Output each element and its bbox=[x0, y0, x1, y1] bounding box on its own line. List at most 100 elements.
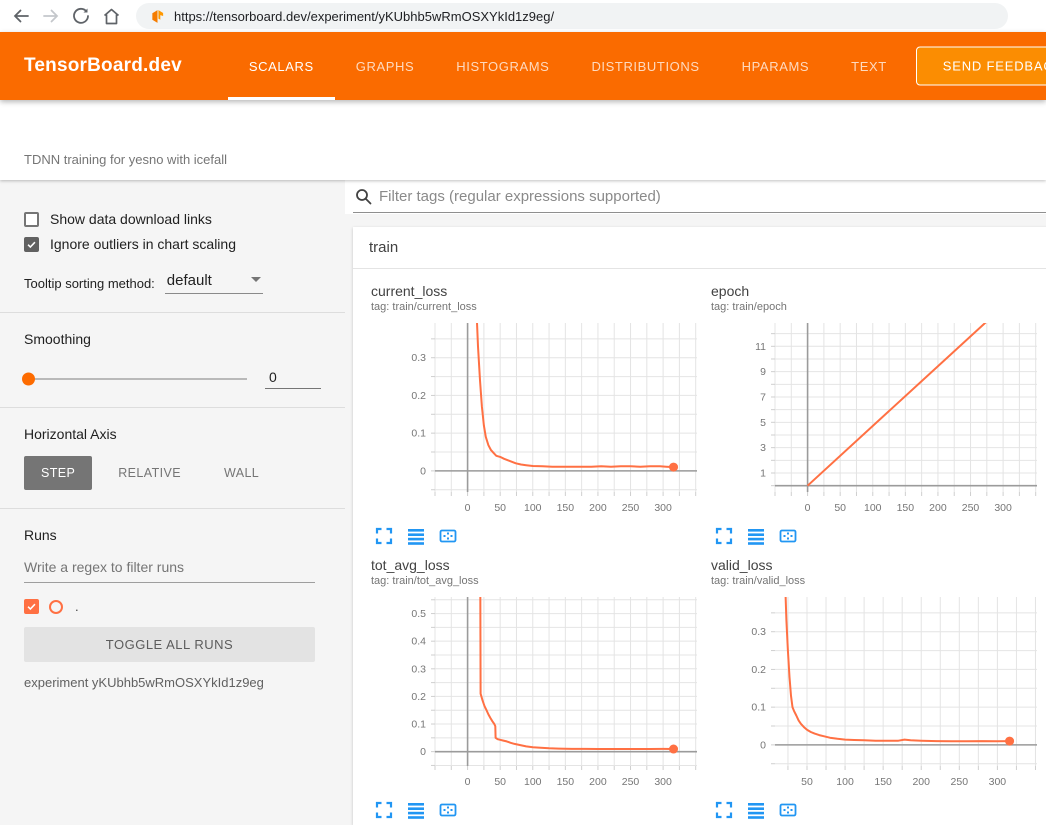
address-bar[interactable]: https://tensorboard.dev/experiment/yKUbh… bbox=[136, 3, 1008, 29]
horizontal-axis-buttons: STEP RELATIVE WALL bbox=[24, 456, 321, 490]
svg-text:100: 100 bbox=[524, 502, 542, 514]
tab-scalars[interactable]: SCALARS bbox=[228, 32, 335, 100]
search-icon bbox=[355, 188, 372, 205]
fit-domain-button[interactable] bbox=[439, 801, 457, 821]
app-logo: TensorBoard.dev bbox=[24, 55, 182, 77]
svg-text:50: 50 bbox=[494, 776, 506, 788]
tag-group-header[interactable]: train bbox=[353, 227, 1046, 269]
tab-text[interactable]: TEXT bbox=[830, 32, 908, 100]
tab-hparams[interactable]: HPARAMS bbox=[721, 32, 831, 100]
chart-plot[interactable]: 05010015020025030000.10.20.30.40.5 bbox=[371, 590, 703, 796]
app-header: TensorBoard.dev SCALARSGRAPHSHISTOGRAMSD… bbox=[0, 32, 1046, 100]
fit-domain-button[interactable] bbox=[779, 527, 797, 547]
settings-sidebar: Show data download links Ignore outliers… bbox=[0, 180, 345, 825]
fit-domain-icon bbox=[439, 527, 457, 545]
data-lines-icon bbox=[407, 801, 425, 819]
forward-button[interactable] bbox=[36, 2, 66, 30]
slider-thumb[interactable] bbox=[22, 373, 35, 386]
series-end-dot bbox=[1005, 737, 1014, 746]
data-lines-button[interactable] bbox=[747, 801, 765, 821]
tab-histograms[interactable]: HISTOGRAMS bbox=[435, 32, 570, 100]
back-button[interactable] bbox=[6, 2, 36, 30]
svg-text:150: 150 bbox=[897, 502, 915, 514]
chart-plot[interactable]: 5010015020025030000.10.20.3 bbox=[711, 590, 1043, 796]
svg-text:300: 300 bbox=[654, 502, 672, 514]
nav-tabs: SCALARSGRAPHSHISTOGRAMSDISTRIBUTIONSHPAR… bbox=[228, 32, 908, 100]
run-checkbox[interactable] bbox=[24, 599, 39, 614]
svg-text:100: 100 bbox=[864, 502, 882, 514]
svg-text:300: 300 bbox=[989, 776, 1007, 788]
fullscreen-button[interactable] bbox=[375, 527, 393, 547]
chart-toolbar bbox=[371, 801, 697, 821]
tab-graphs[interactable]: GRAPHS bbox=[335, 32, 436, 100]
chart-title: tot_avg_loss bbox=[371, 557, 697, 573]
send-feedback-button[interactable]: SEND FEEDBACK bbox=[916, 47, 1046, 86]
fullscreen-button[interactable] bbox=[715, 527, 733, 547]
smoothing-slider[interactable] bbox=[24, 378, 247, 380]
ignore-outliers-row[interactable]: Ignore outliers in chart scaling bbox=[24, 236, 321, 252]
svg-text:50: 50 bbox=[834, 502, 846, 514]
run-filter-input[interactable]: Write a regex to filter runs bbox=[24, 559, 315, 583]
svg-text:7: 7 bbox=[760, 391, 766, 403]
tooltip-sorting-row: Tooltip sorting method: default bbox=[24, 272, 321, 294]
fit-domain-button[interactable] bbox=[779, 801, 797, 821]
data-lines-button[interactable] bbox=[407, 801, 425, 821]
svg-text:11: 11 bbox=[755, 341, 766, 353]
wall-axis-button[interactable]: WALL bbox=[207, 456, 276, 490]
series-end-dot bbox=[669, 745, 678, 754]
horizontal-axis-label: Horizontal Axis bbox=[24, 426, 321, 442]
svg-text:250: 250 bbox=[962, 502, 980, 514]
svg-text:250: 250 bbox=[951, 776, 969, 788]
charts-grid: current_losstag: train/current_loss05010… bbox=[353, 269, 1046, 825]
toggle-all-runs-button[interactable]: TOGGLE ALL RUNS bbox=[24, 627, 315, 662]
svg-text:200: 200 bbox=[929, 502, 947, 514]
chart-toolbar bbox=[371, 527, 697, 547]
tag-filter-placeholder: Filter tags (regular expressions support… bbox=[379, 188, 661, 205]
step-axis-button[interactable]: STEP bbox=[24, 456, 92, 490]
smoothing-slider-row: 0 bbox=[24, 369, 321, 389]
smoothing-value[interactable]: 0 bbox=[265, 369, 321, 389]
svg-text:0.3: 0.3 bbox=[411, 352, 426, 364]
relative-axis-button[interactable]: RELATIVE bbox=[101, 456, 198, 490]
experiment-title: TDNN training for yesno with icefall bbox=[24, 152, 227, 167]
tooltip-sorting-dropdown[interactable]: default bbox=[165, 272, 263, 294]
tag-filter-input[interactable]: Filter tags (regular expressions support… bbox=[353, 186, 1046, 213]
svg-text:150: 150 bbox=[874, 776, 892, 788]
svg-text:150: 150 bbox=[557, 776, 575, 788]
runs-section: Runs Write a regex to filter runs . TOGG… bbox=[0, 509, 345, 708]
chart-plot[interactable]: 0501001502002503001357911 bbox=[711, 316, 1043, 522]
svg-text:0.4: 0.4 bbox=[411, 636, 426, 648]
tag-filter-row: Filter tags (regular expressions support… bbox=[345, 180, 1046, 214]
ignore-outliers-checkbox[interactable] bbox=[24, 237, 39, 252]
data-lines-button[interactable] bbox=[407, 527, 425, 547]
tab-distributions[interactable]: DISTRIBUTIONS bbox=[570, 32, 720, 100]
svg-text:0: 0 bbox=[420, 465, 426, 477]
chart-card-current_loss: current_losstag: train/current_loss05010… bbox=[357, 277, 697, 551]
svg-text:0: 0 bbox=[805, 502, 811, 514]
fit-domain-button[interactable] bbox=[439, 527, 457, 547]
check-icon bbox=[26, 601, 37, 612]
svg-text:0.1: 0.1 bbox=[751, 702, 766, 714]
fullscreen-button[interactable] bbox=[375, 801, 393, 821]
svg-text:9: 9 bbox=[760, 366, 766, 378]
data-lines-button[interactable] bbox=[747, 527, 765, 547]
chart-card-epoch: epochtag: train/epoch0501001502002503001… bbox=[697, 277, 1037, 551]
svg-text:200: 200 bbox=[589, 502, 607, 514]
fullscreen-button[interactable] bbox=[715, 801, 733, 821]
chart-card-tot_avg_loss: tot_avg_losstag: train/tot_avg_loss05010… bbox=[357, 551, 697, 825]
fit-domain-icon bbox=[439, 801, 457, 819]
show-download-links-checkbox[interactable] bbox=[24, 212, 39, 227]
reload-button[interactable] bbox=[66, 2, 96, 30]
smoothing-label: Smoothing bbox=[24, 331, 321, 347]
run-color-swatch-icon[interactable] bbox=[49, 600, 63, 614]
home-button[interactable] bbox=[96, 2, 126, 30]
chart-plot[interactable]: 05010015020025030000.10.20.3 bbox=[371, 316, 703, 522]
svg-text:1: 1 bbox=[760, 467, 766, 479]
svg-text:0.2: 0.2 bbox=[411, 390, 426, 402]
chart-title: current_loss bbox=[371, 283, 697, 299]
svg-text:300: 300 bbox=[994, 502, 1012, 514]
show-download-links-row[interactable]: Show data download links bbox=[24, 211, 321, 227]
main-area: Filter tags (regular expressions support… bbox=[345, 180, 1046, 825]
svg-text:3: 3 bbox=[760, 442, 766, 454]
chart-card-valid_loss: valid_losstag: train/valid_loss501001502… bbox=[697, 551, 1037, 825]
